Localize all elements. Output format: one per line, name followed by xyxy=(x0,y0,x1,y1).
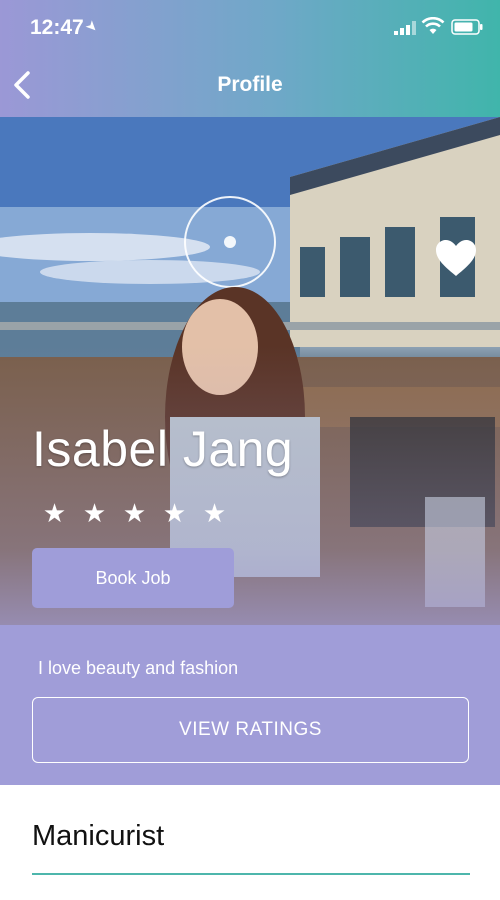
heart-icon xyxy=(436,240,476,276)
star-icon: ★ xyxy=(122,498,147,528)
page-title: Profile xyxy=(217,73,283,96)
bio-text: I love beauty and fashion xyxy=(38,658,239,678)
wifi-icon xyxy=(421,17,445,34)
book-job-button[interactable]: Book Job xyxy=(32,548,234,608)
view-ratings-button[interactable]: VIEW RATINGS xyxy=(32,697,469,763)
star-icon: ★ xyxy=(42,498,67,528)
cellular-signal-icon xyxy=(394,21,416,35)
divider xyxy=(32,873,470,875)
star-icon: ★ xyxy=(162,498,187,528)
battery-icon xyxy=(451,19,483,35)
star-icon: ★ xyxy=(82,498,107,528)
favorite-button[interactable] xyxy=(434,238,478,278)
rating-stars: ★ ★ ★ ★ ★ xyxy=(40,500,229,526)
status-time: 12:47 xyxy=(30,16,84,39)
profession-title: Manicurist xyxy=(32,820,165,852)
about-section: I love beauty and fashion VIEW RATINGS xyxy=(0,625,500,785)
profile-hero: Isabel Jang ★ ★ ★ ★ ★ Book Job xyxy=(0,117,500,625)
profile-name: Isabel Jang xyxy=(32,421,294,477)
star-icon: ★ xyxy=(202,498,227,528)
app-header: 12:47 ➤ Profile xyxy=(0,0,500,117)
location-arrow-icon: ➤ xyxy=(82,16,103,36)
